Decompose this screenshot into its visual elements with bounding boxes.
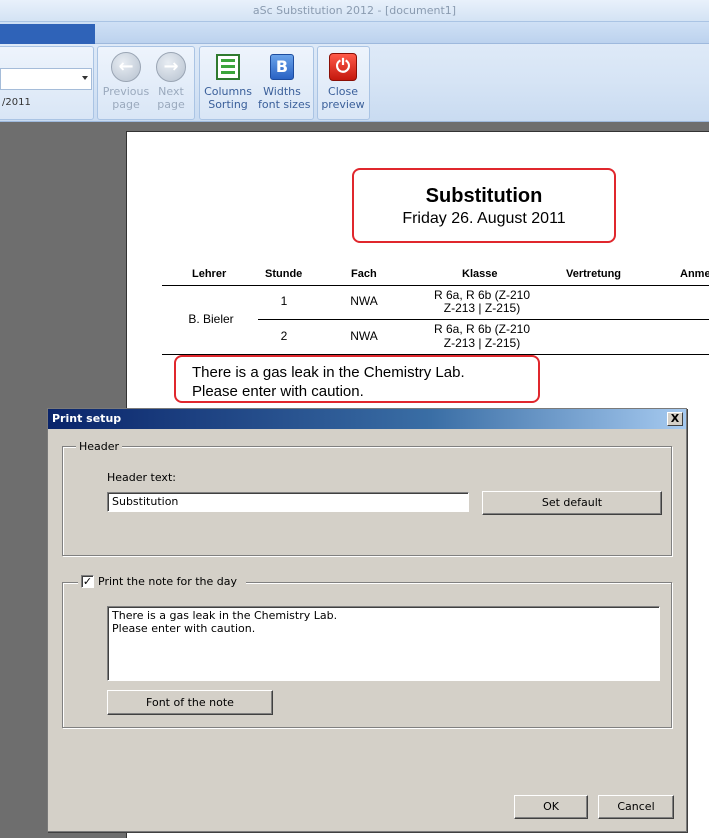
col-anmerkung: Anme [680,268,709,280]
col-vertretung: Vertretung [566,268,622,280]
columns-sorting-button[interactable]: Columns Sorting [204,50,252,116]
columns-grid-icon [216,54,240,80]
arrow-right-icon: → [156,52,186,82]
table-row-2-klasse-2: Z-213 | Z-215) [443,336,521,350]
note-textarea[interactable]: There is a gas leak in the Chemistry Lab… [107,606,660,681]
note-line-2: Please enter with caution. [192,383,364,400]
columns-sorting-label: Columns [204,85,252,98]
close-preview-label: Close [328,85,358,98]
dialog-title-bar[interactable]: Print setup X [48,409,686,429]
print-setup-dialog: Print setup X Header Header text: Substi… [47,408,687,832]
window-title: aSc Substitution 2012 - [document1] [252,4,457,17]
note-line-1: There is a gas leak in the Chemistry Lab… [192,364,465,381]
col-stunde: Stunde [265,268,303,280]
note-textarea-line-1: There is a gas leak in the Chemistry Lab… [112,609,338,622]
table-row-2-stunde: 2 [280,329,288,343]
ok-button[interactable]: OK [514,795,588,819]
previous-page-button[interactable]: ← Previous page [102,50,150,116]
font-of-note-button[interactable]: Font of the note [107,690,273,715]
col-lehrer: Lehrer [192,268,227,280]
note-textarea-line-2: Please enter with caution. [112,622,256,635]
table-row-1-klasse-2: Z-213 | Z-215) [443,301,521,315]
bold-b-icon: B [270,54,294,80]
next-page-button[interactable]: → Next page [147,50,195,116]
close-icon[interactable]: X [667,412,683,426]
col-klasse: Klasse [462,268,498,280]
table-row-2-fach: NWA [350,329,378,343]
next-page-label-2: page [157,98,185,111]
close-preview-label-2: preview [321,98,365,111]
teacher-cell: B. Bieler [188,312,234,326]
ribbon-active-tab[interactable] [0,24,95,44]
date-partial-text: /2011 [2,97,31,108]
header-text-input[interactable]: Substitution [107,492,469,512]
note-box: There is a gas leak in the Chemistry Lab… [174,355,540,403]
table-row-2-klasse: R 6a, R 6b (Z-210 [433,322,531,336]
dialog-title: Print setup [52,412,122,425]
col-fach: Fach [351,268,377,280]
table-row-1-klasse: R 6a, R 6b (Z-210 [433,288,531,302]
window-title-bar: aSc Substitution 2012 - [document1] [0,0,709,22]
font-sizes-label: font sizes [258,98,311,111]
header-group-label: Header [76,440,123,453]
preview-title: Substitution [425,185,543,207]
widths-label: Widths [263,85,301,98]
preview-subtitle: Friday 26. August 2011 [402,210,566,227]
set-default-button[interactable]: Set default [482,491,662,515]
power-icon: ⏻ [329,53,357,81]
previous-page-label-2: page [112,98,140,111]
close-preview-button[interactable]: ⏻ Close preview [319,50,367,116]
table-divider [258,319,709,320]
table-row-1-fach: NWA [350,294,378,308]
chevron-down-icon [82,76,88,80]
arrow-left-icon: ← [111,52,141,82]
table-row-1-stunde: 1 [280,294,288,308]
cancel-button[interactable]: Cancel [598,795,674,819]
table-divider [162,285,709,286]
ribbon-tab-strip [0,22,709,44]
print-note-checkbox[interactable]: ✓ [81,575,94,588]
date-combobox[interactable] [0,68,92,90]
ribbon: ← Previous page → Next page Columns Sort… [0,22,709,122]
widths-font-sizes-button[interactable]: B Widths font sizes [258,50,311,116]
print-note-label[interactable]: Print the note for the day [98,575,238,588]
header-text-label: Header text: [107,471,176,484]
columns-sorting-label-2: Sorting [208,98,248,111]
next-page-label: Next [158,85,184,98]
previous-page-label: Previous [102,85,150,98]
header-title-box: Substitution Friday 26. August 2011 [352,168,616,243]
